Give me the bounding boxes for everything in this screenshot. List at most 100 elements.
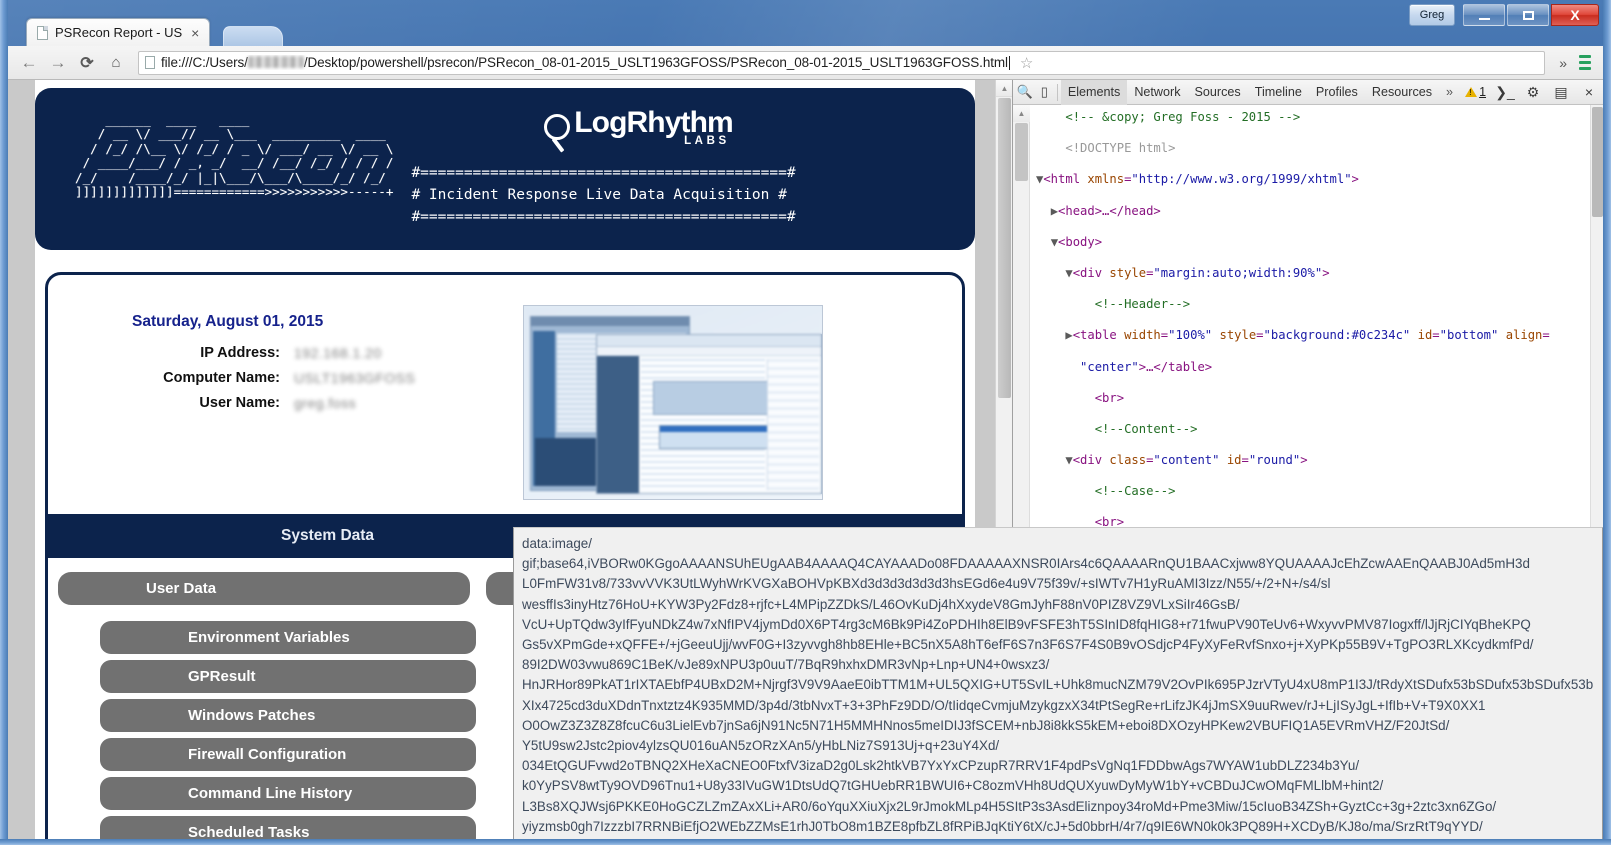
dom-tree-row[interactable]: ▼<html xmlns="http://www.w3.org/1999/xht… bbox=[1036, 172, 1590, 188]
address-bar[interactable]: file:///C:/Users//Desktop/powershell/psr… bbox=[138, 51, 1545, 75]
dom-token: "100%" bbox=[1168, 328, 1212, 342]
scroll-up-arrow-icon[interactable]: ▲ bbox=[996, 80, 1013, 97]
window-frame-right bbox=[1603, 0, 1611, 845]
case-summary-row: Saturday, August 01, 2015 IP Address: 19… bbox=[48, 275, 962, 500]
devtools-right-scroll-thumb[interactable] bbox=[1592, 107, 1603, 217]
dom-tree-row[interactable]: <!DOCTYPE html> bbox=[1036, 141, 1590, 157]
dom-token: = bbox=[1256, 328, 1263, 342]
dom-token: <body> bbox=[1058, 235, 1102, 249]
forward-icon[interactable]: → bbox=[45, 50, 71, 76]
dom-token: <!DOCTYPE html> bbox=[1065, 141, 1175, 155]
data-uri-line: gif;base64,iVBORw0KGgoAAAANSUhEUgAAB4AAA… bbox=[522, 554, 1594, 574]
case-field-ip: IP Address: 192.168.1.20 bbox=[104, 345, 523, 361]
category-button-user-data[interactable]: User Data bbox=[58, 572, 470, 605]
toolbar-overflow-chevron[interactable]: » bbox=[1554, 55, 1572, 71]
data-uri-line: mafvnZkOdHIqm9LM0yID6uKLdAWaa1DKmtTUXZ2c… bbox=[522, 837, 1594, 839]
dom-token: <head>…</head> bbox=[1058, 204, 1161, 218]
dom-token bbox=[1498, 328, 1505, 342]
sub-button-scheduled-tasks[interactable]: Scheduled Tasks bbox=[100, 816, 476, 839]
dom-token: "center" bbox=[1080, 360, 1139, 374]
dom-token: style bbox=[1109, 266, 1146, 280]
devtools-tab-overflow-chevron[interactable]: » bbox=[1439, 85, 1460, 99]
dom-token: > bbox=[1322, 266, 1329, 280]
dom-token: "background:#0c234c" bbox=[1264, 328, 1411, 342]
dom-tree-row[interactable]: <br> bbox=[1036, 391, 1590, 407]
data-uri-line: L0FmFW31v8/733vvVVK3UtLWyhWrKVGXaBOHVpKB… bbox=[522, 574, 1594, 594]
sub-button-environment-variables[interactable]: Environment Variables bbox=[100, 621, 476, 654]
data-uri-line: 89I2DW03vwu869C1BeK/vJe89xNPU3p0uuT/7BqR… bbox=[522, 655, 1594, 675]
dom-tree-row[interactable]: ▶<head>…</head> bbox=[1036, 204, 1590, 220]
dom-token: style bbox=[1219, 328, 1256, 342]
data-uri-line: HnJRHor89PkAT1rIXTAEbfP4UBxD2M+Njrgf3V9V… bbox=[522, 675, 1594, 695]
new-tab-button[interactable] bbox=[223, 26, 283, 46]
dom-tree-row[interactable]: ▼<body> bbox=[1036, 235, 1590, 251]
dom-token bbox=[1410, 328, 1417, 342]
expand-triangle-right-icon[interactable]: ▶ bbox=[1065, 328, 1072, 342]
tab-sources[interactable]: Sources bbox=[1188, 80, 1248, 105]
dom-tree-row[interactable]: ▶<table width="100%" style="background:#… bbox=[1036, 328, 1590, 344]
tab-resources[interactable]: Resources bbox=[1365, 80, 1439, 105]
inspect-element-icon[interactable]: 🔍 bbox=[1015, 84, 1035, 100]
sub-button-firewall-configuration[interactable]: Firewall Configuration bbox=[100, 738, 476, 771]
devtools-left-scroll-thumb[interactable] bbox=[1015, 123, 1028, 181]
device-mode-icon[interactable]: ▯ bbox=[1035, 84, 1055, 100]
dom-token: <!--Content--> bbox=[1095, 422, 1198, 436]
window-frame-bottom bbox=[0, 839, 1611, 845]
dom-tree-row[interactable]: <!--Header--> bbox=[1036, 297, 1590, 313]
devtools-scroll-up-icon[interactable]: ▲ bbox=[1013, 105, 1030, 122]
data-uri-line: L3Bs8XQJWsj6PKKE0HoGCZLZmZAxXLi+AR0/6oYq… bbox=[522, 797, 1594, 817]
desktop-screenshot-thumbnail[interactable] bbox=[523, 305, 823, 500]
close-icon[interactable]: × bbox=[1575, 84, 1603, 100]
expand-triangle-down-icon[interactable]: ▼ bbox=[1065, 266, 1072, 280]
gear-icon[interactable]: ⚙ bbox=[1519, 84, 1547, 101]
dom-token: id bbox=[1418, 328, 1433, 342]
dom-token: > bbox=[1300, 453, 1307, 467]
case-value-computer: USLT1963GFOSS bbox=[294, 370, 415, 386]
tab-close-icon[interactable]: × bbox=[191, 25, 199, 41]
back-icon[interactable]: ← bbox=[16, 50, 42, 76]
data-uri-line: VcU+UpTQdw3yIfFyuNDkZ4w7xNfIPV4jymDd0X6P… bbox=[522, 615, 1594, 635]
sub-button-command-line-history[interactable]: Command Line History bbox=[100, 777, 476, 810]
dom-token: id bbox=[1227, 453, 1242, 467]
case-date: Saturday, August 01, 2015 bbox=[104, 313, 523, 331]
case-label-user: User Name: bbox=[104, 395, 294, 411]
reload-icon[interactable]: ⟳ bbox=[74, 50, 100, 76]
chrome-menu-icon[interactable] bbox=[1575, 55, 1595, 70]
dom-tree-row[interactable]: ▼<div style="margin:auto;width:90%"> bbox=[1036, 266, 1590, 282]
sub-button-windows-patches[interactable]: Windows Patches bbox=[100, 699, 476, 732]
expand-triangle-down-icon[interactable]: ▼ bbox=[1065, 453, 1072, 467]
browser-tab-psrecon-report[interactable]: PSRecon Report - US × bbox=[26, 18, 210, 46]
dom-token: <!--Case--> bbox=[1095, 484, 1176, 498]
dom-tree-row[interactable]: ▼<div class="content" id="round"> bbox=[1036, 453, 1590, 469]
tab-profiles[interactable]: Profiles bbox=[1309, 80, 1365, 105]
scrollbar-thumb[interactable] bbox=[998, 98, 1011, 398]
data-uri-line: yiyzmsb0gh7IzzzbI7RRNBiEfjO2WEbZZMsE1rhJ… bbox=[522, 817, 1594, 837]
case-details: Saturday, August 01, 2015 IP Address: 19… bbox=[48, 295, 523, 500]
sub-button-gpresult[interactable]: GPResult bbox=[100, 660, 476, 693]
bookmark-star-icon[interactable]: ☆ bbox=[1020, 54, 1033, 72]
dom-token: = bbox=[1432, 328, 1439, 342]
tab-network[interactable]: Network bbox=[1127, 80, 1187, 105]
dom-tree-row[interactable]: <!--Case--> bbox=[1036, 484, 1590, 500]
dock-side-icon[interactable]: ▤ bbox=[1547, 84, 1575, 101]
dom-tree-row[interactable]: <!--Content--> bbox=[1036, 422, 1590, 438]
page-icon bbox=[37, 26, 48, 40]
expand-triangle-down-icon[interactable]: ▼ bbox=[1051, 235, 1058, 249]
warning-badge[interactable]: 1 bbox=[1460, 85, 1491, 99]
data-uri-line: wesffIs3inyHtz76HoU+KYW3Py2Fdz8+rjfc+L4M… bbox=[522, 595, 1594, 615]
dom-tree-row[interactable]: "center">…</table> bbox=[1036, 360, 1590, 376]
case-value-ip: 192.168.1.20 bbox=[294, 345, 382, 361]
browser-window: Greg X PSRecon Report - US × ← → ⟳ ⌂ fil… bbox=[0, 0, 1611, 845]
console-drawer-icon[interactable]: ❯_ bbox=[1491, 84, 1519, 101]
dom-token: "bottom" bbox=[1440, 328, 1499, 342]
tab-elements[interactable]: Elements bbox=[1061, 80, 1128, 105]
banner-right: LogRhythm LABS #========================… bbox=[393, 88, 795, 250]
home-icon[interactable]: ⌂ bbox=[103, 50, 129, 76]
tab-timeline[interactable]: Timeline bbox=[1248, 80, 1309, 105]
dom-token: <!--Header--> bbox=[1095, 297, 1190, 311]
dom-tree-row[interactable]: <!-- &copy; Greg Foss - 2015 --> bbox=[1036, 110, 1590, 126]
expand-triangle-right-icon[interactable]: ▶ bbox=[1051, 204, 1058, 218]
dom-token: >…</table> bbox=[1139, 360, 1212, 374]
data-uri-line: O0OwZ3Z3Z8Z8fcuC6u3LielEvb7jnSa6jN91Nc5N… bbox=[522, 716, 1594, 736]
dom-token: > bbox=[1352, 172, 1359, 186]
